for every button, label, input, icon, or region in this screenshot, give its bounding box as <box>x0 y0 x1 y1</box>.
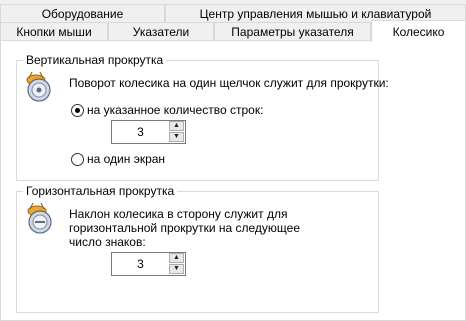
horizontal-scrolling-title: Горизонтальная прокрутка <box>26 184 175 198</box>
radio-selected-dot <box>75 108 80 113</box>
radio-screen[interactable] <box>71 153 84 166</box>
tab-label: Колесико <box>392 25 445 39</box>
tab-hardware[interactable]: Оборудование <box>0 4 165 22</box>
radio-screen-label[interactable]: на один экран <box>87 152 165 167</box>
tab-label: Оборудование <box>41 7 124 21</box>
tab-label: Указатели <box>132 25 190 39</box>
lines-increment-button[interactable]: ▲ <box>169 121 184 131</box>
chars-decrement-button[interactable]: ▼ <box>169 264 184 274</box>
tab-panel-wheel: Вертикальная прокрутка Поворот колесика … <box>0 40 466 321</box>
tab-label: Параметры указателя <box>231 25 354 39</box>
tab-wheel[interactable]: Колесико <box>371 20 466 42</box>
lines-decrement-button[interactable]: ▼ <box>169 132 184 142</box>
radio-lines-label[interactable]: на указанное количество строк: <box>87 103 263 118</box>
tab-label: Центр управления мышью и клавиатурой <box>199 7 432 21</box>
vertical-scrolling-title: Вертикальная прокрутка <box>26 53 164 67</box>
vertical-description: Поворот колесика на один щелчок служит д… <box>69 76 389 90</box>
radio-lines[interactable] <box>71 104 84 117</box>
chars-increment-button[interactable]: ▲ <box>169 253 184 263</box>
horizontal-description-line2: горизонтальной прокрутки на следующее <box>69 221 301 235</box>
tab-buttons[interactable]: Кнопки мыши <box>0 22 108 40</box>
lines-spinbox: ▲ ▼ <box>111 120 186 144</box>
chars-count-input[interactable] <box>112 253 169 275</box>
lines-count-input[interactable] <box>112 121 169 143</box>
tab-pointer-options[interactable]: Параметры указателя <box>214 22 371 40</box>
tab-label: Кнопки мыши <box>16 25 92 39</box>
chars-spinbox: ▲ ▼ <box>111 252 186 276</box>
horizontal-description-line1: Наклон колесика в сторону служит для <box>69 207 288 221</box>
tab-pointers[interactable]: Указатели <box>108 22 214 40</box>
mouse-wheel-horizontal-icon <box>27 202 52 234</box>
horizontal-description-line3: число знаков: <box>69 235 146 249</box>
mouse-wheel-vertical-icon <box>26 71 51 102</box>
